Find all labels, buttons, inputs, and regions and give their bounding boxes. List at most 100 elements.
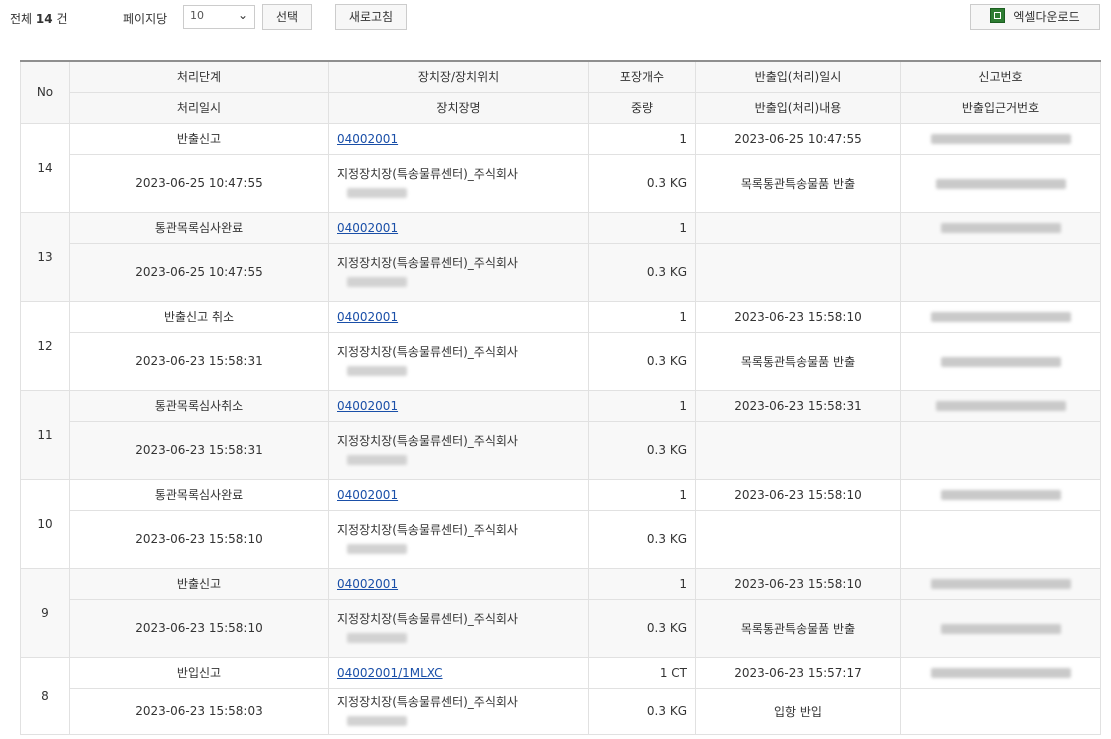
table-row-detail: 2023-06-23 15:58:31 지정장치장(특송물류센터)_주식회사 0… <box>21 331 1101 391</box>
redacted-report-number <box>900 478 1101 511</box>
total-prefix: 전체 <box>10 12 33 26</box>
cell-proc-datetime: 2023-06-23 15:58:31 <box>69 331 329 391</box>
location-link[interactable]: 04002001 <box>337 310 398 324</box>
cell-stage: 반출신고 <box>69 567 329 600</box>
cell-proc-datetime: 2023-06-23 15:58:10 <box>69 509 329 569</box>
redacted-report-number <box>900 122 1101 155</box>
cell-io-basis-number <box>900 509 1101 569</box>
table-row: 14 반출신고 04002001 1 2023-06-25 10:47:55 <box>20 122 1101 213</box>
header-io-basis-number: 반출입근거번호 <box>900 91 1101 124</box>
header-package-count: 포장개수 <box>588 60 696 93</box>
cell-io-basis-number <box>900 420 1101 480</box>
cell-io-content: 목록통관특송물품 반출 <box>695 598 901 658</box>
cell-weight: 0.3 KG <box>588 598 696 658</box>
chevron-down-icon: ⌄ <box>237 8 248 22</box>
cell-count: 1 <box>588 389 696 422</box>
cell-count: 1 <box>588 122 696 155</box>
cell-io-content <box>695 420 901 480</box>
excel-icon <box>990 8 1006 23</box>
excel-download-button[interactable]: 엑셀다운로드 <box>970 4 1100 30</box>
cell-weight: 0.3 KG <box>588 687 696 735</box>
table-row-detail: 2023-06-25 10:47:55 지정장치장(특송물류센터)_주식회사 0… <box>21 242 1101 302</box>
cell-stage: 통관목록심사완료 <box>69 478 329 511</box>
header-warehouse-name: 장치장명 <box>328 91 589 124</box>
location-link[interactable]: 04002001 <box>337 399 398 413</box>
cell-weight: 0.3 KG <box>588 331 696 391</box>
table-row: 8 반입신고 04002001/1MLXC 1 CT 2023-06-23 15… <box>20 656 1101 735</box>
cell-weight: 0.3 KG <box>588 420 696 480</box>
header-stage: 처리단계 <box>69 60 329 93</box>
cell-io-datetime: 2023-06-23 15:58:10 <box>695 567 901 600</box>
redacted-report-number <box>900 300 1101 333</box>
cell-proc-datetime: 2023-06-25 10:47:55 <box>69 242 329 302</box>
cell-count: 1 CT <box>588 656 696 689</box>
cell-io-content: 목록통관특송물품 반출 <box>695 153 901 213</box>
table-row: 9 반출신고 04002001 1 2023-06-23 15:58:10 <box>20 567 1101 658</box>
cell-stage: 통관목록심사취소 <box>69 389 329 422</box>
location-link[interactable]: 04002001 <box>337 132 398 146</box>
table-header: No 처리단계 장치장/장치위치 포장개수 반출입(처리)일시 신고번호 처리일… <box>20 60 1101 124</box>
header-no: No <box>20 60 70 124</box>
total-count-label: 전체 14 건 <box>10 10 68 27</box>
cell-io-datetime <box>695 211 901 244</box>
cell-io-basis-number <box>900 687 1101 735</box>
cell-count: 1 <box>588 300 696 333</box>
cell-warehouse: 지정장치장(특송물류센터)_주식회사 <box>328 242 589 302</box>
cell-io-datetime: 2023-06-25 10:47:55 <box>695 122 901 155</box>
table-row: 13 통관목록심사완료 04002001 1 <box>20 211 1101 302</box>
select-button[interactable]: 선택 <box>262 4 312 30</box>
header-io-datetime: 반출입(처리)일시 <box>695 60 901 93</box>
table-row-detail: 2023-06-25 10:47:55 지정장치장(특송물류센터)_주식회사 0… <box>21 153 1101 213</box>
row-number: 9 <box>20 567 70 658</box>
cell-warehouse: 지정장치장(특송물류센터)_주식회사 <box>328 420 589 480</box>
warehouse-name: 지정장치장(특송물류센터)_주식회사 <box>337 345 518 359</box>
redacted-report-number <box>900 567 1101 600</box>
redacted-report-number <box>900 656 1101 689</box>
row-number: 11 <box>20 389 70 480</box>
warehouse-name: 지정장치장(특송물류센터)_주식회사 <box>337 434 518 448</box>
header-report-number: 신고번호 <box>900 60 1101 93</box>
refresh-button[interactable]: 새로고침 <box>335 4 407 30</box>
cell-proc-datetime: 2023-06-23 15:58:10 <box>69 598 329 658</box>
warehouse-name: 지정장치장(특송물류센터)_주식회사 <box>337 695 518 709</box>
cell-warehouse: 지정장치장(특송물류센터)_주식회사 <box>328 598 589 658</box>
location-link[interactable]: 04002001 <box>337 221 398 235</box>
cell-proc-datetime: 2023-06-23 15:58:03 <box>69 687 329 735</box>
row-number: 10 <box>20 478 70 569</box>
table-row-detail: 2023-06-23 15:58:03 지정장치장(특송물류센터)_주식회사 0… <box>21 687 1101 735</box>
total-suffix: 건 <box>56 12 68 26</box>
cell-warehouse: 지정장치장(특송물류센터)_주식회사 <box>328 331 589 391</box>
redacted-report-number <box>900 389 1101 422</box>
cell-io-content <box>695 242 901 302</box>
location-link[interactable]: 04002001 <box>337 488 398 502</box>
cell-count: 1 <box>588 211 696 244</box>
table-row-detail: 2023-06-23 15:58:10 지정장치장(특송물류센터)_주식회사 0… <box>21 509 1101 569</box>
cell-stage: 반출신고 <box>69 122 329 155</box>
location-link[interactable]: 04002001/1MLXC <box>337 666 443 680</box>
cell-proc-datetime: 2023-06-23 15:58:31 <box>69 420 329 480</box>
cell-count: 1 <box>588 478 696 511</box>
cell-warehouse: 지정장치장(특송물류센터)_주식회사 <box>328 687 589 735</box>
header-proc-datetime: 처리일시 <box>69 91 329 124</box>
header-location: 장치장/장치위치 <box>328 60 589 93</box>
cell-warehouse: 지정장치장(특송물류센터)_주식회사 <box>328 153 589 213</box>
history-table: No 처리단계 장치장/장치위치 포장개수 반출입(처리)일시 신고번호 처리일… <box>20 60 1101 735</box>
table-row: 11 통관목록심사취소 04002001 1 2023-06-23 15:58:… <box>20 389 1101 480</box>
row-number: 13 <box>20 211 70 302</box>
cell-io-content: 목록통관특송물품 반출 <box>695 331 901 391</box>
list-toolbar: 전체 14 건 페이지당 10 ⌄ 선택 새로고침 엑셀다운로드 <box>0 0 1111 36</box>
cell-io-content: 입항 반입 <box>695 687 901 735</box>
per-page-select[interactable]: 10 ⌄ <box>183 5 255 29</box>
cell-stage: 통관목록심사완료 <box>69 211 329 244</box>
redacted-report-number <box>900 211 1101 244</box>
cell-weight: 0.3 KG <box>588 509 696 569</box>
cell-io-basis-number <box>900 242 1101 302</box>
redacted-basis-number <box>900 331 1101 391</box>
total-count-value: 14 <box>35 12 53 26</box>
excel-download-label: 엑셀다운로드 <box>1013 10 1080 24</box>
cell-warehouse: 지정장치장(특송물류센터)_주식회사 <box>328 509 589 569</box>
redacted-basis-number <box>900 598 1101 658</box>
per-page-value: 10 <box>190 9 204 22</box>
location-link[interactable]: 04002001 <box>337 577 398 591</box>
cell-io-content <box>695 509 901 569</box>
